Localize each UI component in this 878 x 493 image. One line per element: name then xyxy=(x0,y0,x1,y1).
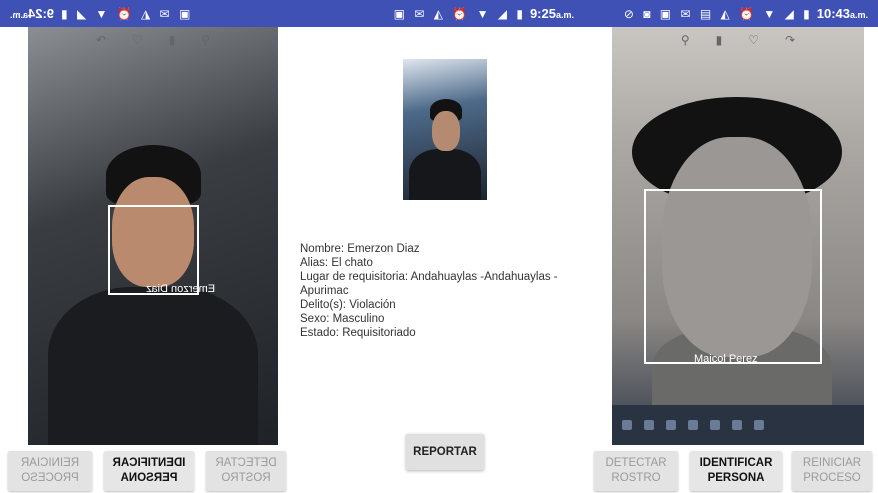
person-face xyxy=(432,111,460,151)
info-place: Lugar de requisitoria: Andahuaylas -Anda… xyxy=(300,271,558,297)
face-label: Maicol Perez xyxy=(694,353,758,365)
status-bar: ▣ ✉ ◭ ⏰ ▼ ◢ ▮ 9:24a.m. xyxy=(0,0,294,27)
search-icon[interactable]: ⚲ xyxy=(681,33,690,47)
edit-icon[interactable]: ↷ xyxy=(785,33,795,47)
status-time: 9:25a.m. xyxy=(529,6,574,21)
middle-screen: ▣ ✉ ◭ ⏰ ▼ ◢ ▮ 9:25a.m. Nombre: Emerzon D… xyxy=(294,0,584,493)
trash-icon[interactable]: ▮ xyxy=(716,33,723,47)
info-alias: Alias: El chato xyxy=(300,257,373,269)
person-body xyxy=(409,149,481,200)
report-button[interactable]: REPORTAR xyxy=(406,434,484,470)
identify-person-button[interactable]: IDENTIFICAR PERSONA xyxy=(690,451,782,491)
camera-preview[interactable]: ⚲ ▮ ♡ ↷ Maicol Perez xyxy=(612,27,864,445)
status-icons: ▣ ✉ ◭ ⏰ ▼ ◢ ▮ xyxy=(58,6,191,21)
status-icons: ▣ ✉ ◭ ⏰ ▼ ◢ ▮ xyxy=(393,6,526,21)
search-icon[interactable]: ⚲ xyxy=(201,33,210,47)
info-status: Estado: Requisitoriado xyxy=(300,327,416,339)
camera-toolbar: ⚲ ▮ ♡ ↷ xyxy=(612,33,864,47)
trash-icon[interactable]: ▮ xyxy=(169,33,176,47)
identify-person-button[interactable]: IDENTIFICAR PERSONA xyxy=(104,451,194,491)
info-sex: Sexo: Masculino xyxy=(300,313,385,325)
edit-icon[interactable]: ↶ xyxy=(96,33,106,47)
right-screen: ⊘ ◙ ▣ ✉ ▤ ◭ ⏰ ▼ ◢ ▮ 10:43a.m. ⚲ ▮ ♡ ↷ Ma… xyxy=(584,0,878,493)
camera-preview[interactable]: ↶ ♡ ▮ ⚲ Emerzon Diaz xyxy=(28,27,278,445)
suspect-photo xyxy=(403,59,487,200)
camera-toolbar: ↶ ♡ ▮ ⚲ xyxy=(28,33,278,47)
heart-icon[interactable]: ♡ xyxy=(132,33,143,47)
detect-face-button[interactable]: DETECTAR ROSTRO xyxy=(206,451,286,491)
status-icons: ⊘ ◙ ▣ ✉ ▤ ◭ ⏰ ▼ ◢ ▮ xyxy=(623,6,813,21)
person-body xyxy=(48,287,258,445)
info-crime: Delito(s): Violación xyxy=(300,299,396,311)
status-time: 10:43a.m. xyxy=(816,6,868,21)
heart-icon[interactable]: ♡ xyxy=(748,33,759,47)
restart-process-button[interactable]: REINICIAR PROCESO xyxy=(792,451,872,491)
face-detection-box xyxy=(108,205,199,295)
restart-process-button[interactable]: REINICIAR PROCESO xyxy=(8,451,92,491)
status-time: 9:24a.m. xyxy=(10,6,55,21)
left-screen: ▣ ✉ ◭ ⏰ ▼ ◢ ▮ 9:24a.m. ↶ ♡ ▮ ⚲ Emerzon D… xyxy=(0,0,294,493)
background-taskbar xyxy=(612,405,864,445)
status-bar: ⊘ ◙ ▣ ✉ ▤ ◭ ⏰ ▼ ◢ ▮ 10:43a.m. xyxy=(584,0,878,27)
suspect-info: Nombre: Emerzon Diaz Alias: El chato Lug… xyxy=(300,242,580,340)
detect-face-button[interactable]: DETECTAR ROSTRO xyxy=(594,451,678,491)
face-detection-box xyxy=(644,189,822,364)
info-name: Nombre: Emerzon Diaz xyxy=(300,243,420,255)
face-label: Emerzon Diaz xyxy=(146,283,216,295)
status-bar: ▣ ✉ ◭ ⏰ ▼ ◢ ▮ 9:25a.m. xyxy=(294,0,584,27)
